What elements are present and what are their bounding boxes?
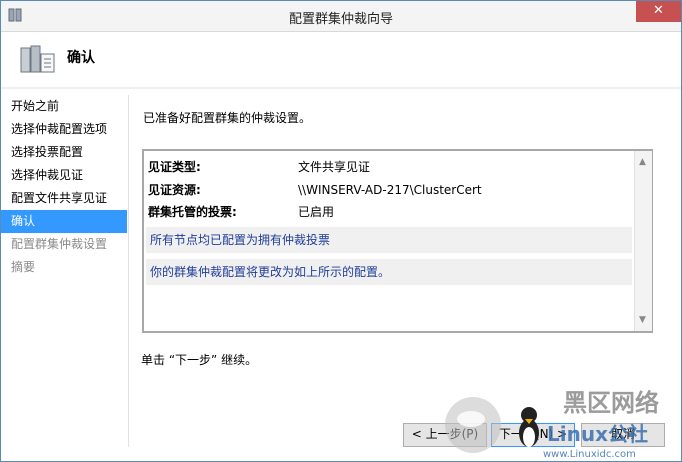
report-note: 你的群集仲裁配置将更改为如上所示的配置。 (146, 259, 632, 285)
cancel-button[interactable]: 取消 (581, 423, 665, 447)
nav-step-file-share-witness[interactable]: 配置文件共享见证 (1, 187, 127, 210)
intro-text: 已准备好配置群集的仲裁设置。 (143, 111, 312, 125)
cluster-wizard-icon (20, 45, 55, 73)
window-title: 配置群集仲裁向导 (288, 12, 393, 27)
close-button[interactable]: ✕ (636, 1, 681, 22)
next-button[interactable]: 下一步(N) > (491, 423, 575, 447)
report-value: 文件共享见证 (298, 160, 371, 174)
report-scrollbar[interactable]: ▲ ▼ (634, 151, 652, 331)
scroll-down-icon[interactable]: ▼ (639, 315, 646, 325)
scroll-up-icon[interactable]: ▲ (639, 157, 646, 167)
prev-button[interactable]: < 上一步(P) (403, 423, 487, 447)
report-key: 群集托管的投票: (148, 205, 237, 219)
wizard-window: 配置群集仲裁向导 ✕ 确认 开始之前 选择仲裁配置选项 选择投票配置 选择仲裁见… (0, 0, 682, 462)
report-value: \\WINSERV-AD-217\ClusterCert (298, 183, 482, 197)
nav-step-quorum-witness[interactable]: 选择仲裁见证 (1, 164, 127, 187)
title-bar: 配置群集仲裁向导 ✕ (1, 1, 681, 32)
page-title: 确认 (67, 50, 95, 66)
wizard-steps-nav: 开始之前 选择仲裁配置选项 选择投票配置 选择仲裁见证 配置文件共享见证 确认 … (1, 95, 127, 411)
report-key: 见证资源: (148, 183, 201, 197)
nav-step-configure-quorum: 配置群集仲裁设置 (11, 237, 108, 251)
nav-step-before-you-begin[interactable]: 开始之前 (1, 95, 127, 118)
next-hint-text: 单击 “下一步” 继续。 (141, 353, 258, 367)
main-content: 已准备好配置群集的仲裁设置。 见证类型: 文件共享见证 见证资源: \\WINS… (129, 95, 681, 415)
nav-step-summary: 摘要 (11, 260, 36, 274)
nav-step-confirmation[interactable]: 确认 (1, 210, 127, 233)
report-key: 见证类型: (148, 160, 201, 174)
report-note: 所有节点均已配置为拥有仲裁投票 (146, 227, 632, 253)
svg-text:www.Linuxidc.com: www.Linuxidc.com (543, 449, 636, 460)
report-value: 已启用 (298, 205, 335, 219)
header-divider (1, 87, 681, 89)
nav-step-voting-config[interactable]: 选择投票配置 (1, 141, 127, 164)
page-header: 确认 (1, 32, 681, 88)
confirmation-report: 见证类型: 文件共享见证 见证资源: \\WINSERV-AD-217\Clus… (142, 149, 653, 333)
nav-step-quorum-option[interactable]: 选择仲裁配置选项 (1, 118, 127, 141)
